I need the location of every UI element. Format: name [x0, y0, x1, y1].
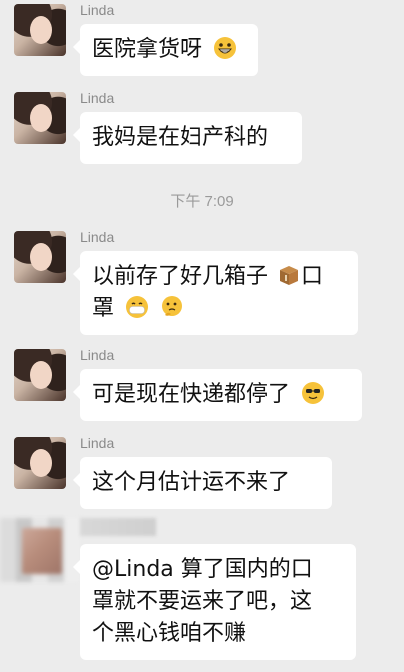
message-text: @Linda 算了国内的口: [92, 557, 313, 582]
sender-name: Linda: [80, 229, 115, 245]
message-text: 罩: [92, 296, 115, 321]
mask-face-icon: [126, 296, 149, 318]
sender-name: [80, 518, 156, 536]
avatar[interactable]: [14, 437, 66, 489]
thinking-face-icon: [162, 296, 183, 316]
timestamp: 下午 7:09: [170, 193, 234, 210]
avatar[interactable]: [0, 518, 80, 582]
message-bubble[interactable]: 以前存了好几箱子 口 罩: [73, 251, 358, 335]
avatar[interactable]: [14, 349, 66, 401]
message-text: 医院拿货呀: [92, 37, 203, 62]
sender-name: Linda: [80, 90, 115, 106]
message-text: 罩就不要运来了吧，这: [92, 589, 313, 614]
avatar[interactable]: [14, 4, 66, 56]
message-bubble[interactable]: 我妈是在妇产科的: [73, 112, 302, 164]
message-bubble[interactable]: @Linda 算了国内的口 罩就不要运来了吧，这 个黑心钱咱不赚: [73, 544, 356, 660]
message-text: 这个月估计运不来了: [92, 470, 291, 495]
sunglasses-face-icon: [302, 382, 325, 404]
message-text: 可是现在快递都停了: [92, 382, 291, 407]
avatar[interactable]: [14, 231, 66, 283]
sender-name: Linda: [80, 347, 115, 363]
sender-name: Linda: [80, 2, 115, 18]
message-text: 以前存了好几箱子: [92, 264, 269, 289]
sender-name: Linda: [80, 435, 115, 451]
message-text: 个黑心钱咱不赚: [92, 621, 247, 646]
avatar[interactable]: [14, 92, 66, 144]
message-bubble[interactable]: 这个月估计运不来了: [73, 457, 332, 509]
message-text: 口: [301, 264, 324, 289]
grinning-face-icon: [214, 37, 237, 59]
message-text: 我妈是在妇产科的: [92, 125, 269, 150]
message-bubble[interactable]: 医院拿货呀: [73, 24, 258, 76]
message-bubble[interactable]: 可是现在快递都停了: [73, 369, 362, 421]
package-icon: [280, 266, 299, 285]
